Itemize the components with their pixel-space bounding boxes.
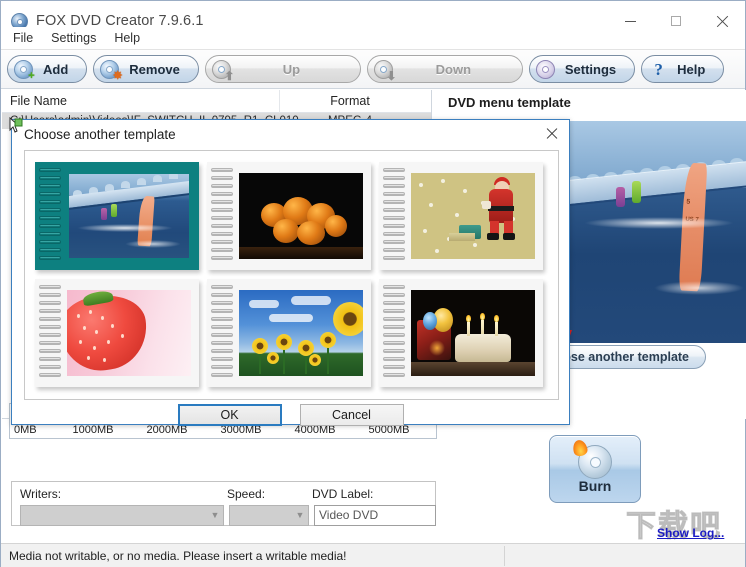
help-button[interactable]: ? Help (641, 55, 725, 83)
template-book (207, 278, 371, 387)
ok-button[interactable]: OK (177, 404, 282, 426)
template-thumbnail (239, 172, 363, 259)
dvd-label-label: DVD Label: (312, 487, 374, 501)
app-window: FOX DVD Creator 7.9.6.1 File Settings He… (0, 0, 746, 567)
down-button[interactable]: ⬇ Down (366, 55, 523, 83)
speed-label: Speed: (227, 487, 266, 501)
template-item-santa[interactable] (378, 159, 544, 272)
disc-remove-icon: ✸ (100, 59, 122, 81)
disc-up-icon: ⬆ (211, 59, 234, 82)
chevron-down-icon: ▼ (210, 510, 220, 520)
dialog-title: Choose another template (24, 126, 176, 142)
settings-button-label: Settings (564, 61, 617, 77)
writers-label: Writers: (20, 487, 62, 501)
speed-select[interactable]: ▼ (229, 505, 309, 526)
settings-button[interactable]: Settings (528, 55, 636, 83)
burn-settings-form: Writers: Speed: DVD Label: ▼ ▼ Video DVD (11, 481, 436, 526)
ruler-labels: 0MB 1000MB 2000MB 3000MB 4000MB 5000MB (11, 424, 435, 438)
question-mark-icon: ? (654, 59, 663, 79)
close-icon (716, 15, 729, 28)
status-bar: Media not writable, or no media. Please … (1, 543, 745, 567)
template-item-sunflower[interactable] (206, 276, 372, 389)
spiral-binding-icon (211, 284, 233, 381)
template-item-strawberry[interactable] (34, 276, 200, 389)
spiral-binding-icon (383, 167, 405, 264)
show-log-link[interactable]: Show Log... (657, 526, 724, 540)
add-button[interactable]: + Add (7, 55, 88, 83)
disc-plus-icon: + (14, 59, 35, 81)
spiral-binding-icon (211, 167, 233, 264)
add-button-label: Add (43, 61, 69, 77)
menu-item-settings[interactable]: Settings (42, 29, 105, 47)
windsurfing-template-preview[interactable]: 5US 7 (564, 121, 746, 343)
status-message: Media not writable, or no media. Please … (9, 548, 347, 563)
file-list-header: File Name Format (2, 89, 431, 113)
template-book (35, 278, 199, 387)
remove-button-label: Remove (129, 61, 180, 77)
dialog-title-bar: Choose another template (12, 120, 569, 148)
toolbar: + Add ✸ Remove ⬆ Up ⬇ Down Settings ? He… (1, 49, 745, 89)
template-book (379, 161, 543, 270)
template-grid (31, 157, 551, 391)
maximize-icon (671, 16, 681, 26)
burn-button-label: Burn (578, 478, 612, 494)
down-button-label: Down (435, 61, 472, 77)
chevron-down-icon: ▼ (295, 510, 305, 520)
template-list-panel[interactable] (24, 150, 559, 400)
up-button[interactable]: ⬆ Up (204, 55, 361, 83)
writers-select[interactable]: ▼ (20, 505, 224, 526)
ok-button-label: OK (220, 408, 239, 422)
template-thumbnail (69, 173, 189, 258)
template-item-windsurfing[interactable] (34, 159, 200, 272)
menu-item-file[interactable]: File (4, 29, 42, 47)
template-thumbnail (411, 172, 535, 259)
up-button-label: Up (282, 61, 301, 77)
gear-icon (535, 59, 557, 80)
disc-down-icon: ⬇ (373, 59, 396, 82)
template-thumbnail (67, 289, 191, 376)
remove-button[interactable]: ✸ Remove (93, 55, 199, 83)
spiral-binding-icon (39, 167, 61, 264)
minimize-icon (624, 20, 636, 22)
menu-item-help[interactable]: Help (105, 29, 149, 47)
page-title: DVD menu template (448, 95, 571, 110)
cancel-button[interactable]: Cancel (299, 404, 404, 426)
template-item-birthday-cake[interactable] (378, 276, 544, 389)
dialog-button-row: OK Cancel (12, 404, 569, 426)
close-icon (546, 128, 558, 140)
template-thumbnail (239, 289, 363, 376)
status-divider (504, 546, 505, 566)
template-item-pumpkins[interactable] (206, 159, 372, 272)
spiral-binding-icon (39, 284, 61, 381)
spiral-binding-icon (383, 284, 405, 381)
dvd-label-input[interactable]: Video DVD (314, 505, 436, 526)
template-book (379, 278, 543, 387)
template-book (35, 161, 199, 270)
template-thumbnail (411, 289, 535, 376)
template-book (207, 161, 371, 270)
column-header-filename[interactable]: File Name (2, 89, 280, 113)
help-button-label: Help (677, 61, 706, 77)
burn-button[interactable]: Burn (549, 435, 641, 503)
dialog-close-button[interactable] (541, 124, 563, 144)
cancel-button-label: Cancel (332, 408, 371, 422)
choose-template-dialog: Choose another template OK Cancel (11, 119, 570, 426)
column-header-format[interactable]: Format (280, 90, 420, 113)
menu-bar: File Settings Help (1, 27, 745, 49)
